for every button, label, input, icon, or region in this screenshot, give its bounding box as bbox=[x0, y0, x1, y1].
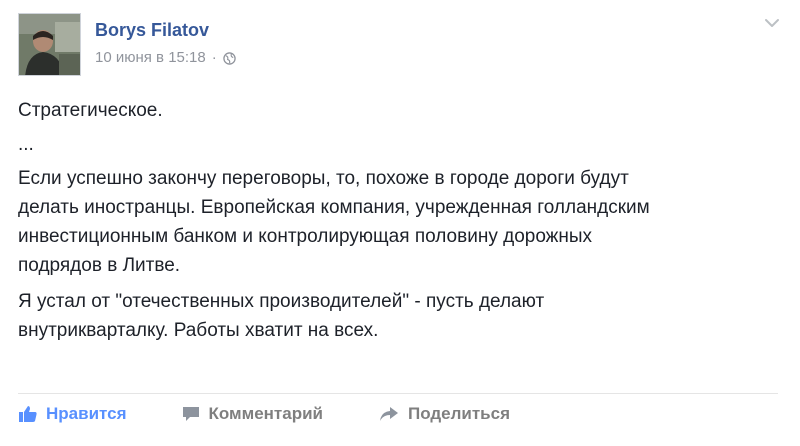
globe-icon[interactable] bbox=[223, 51, 236, 65]
comment-icon bbox=[182, 407, 199, 421]
avatar-photo bbox=[19, 14, 80, 75]
like-label: Нравится bbox=[46, 404, 127, 423]
post-header: Borys Filatov 10 июня в 15:18 · bbox=[18, 13, 236, 76]
comment-label: Комментарий bbox=[208, 404, 323, 423]
paragraph-title: Стратегическое. bbox=[18, 100, 163, 121]
post-text: Стратегическое. ... Если успешно закончу… bbox=[18, 96, 778, 345]
post-date[interactable]: 10 июня в 15:18 bbox=[95, 49, 206, 67]
thumbs-up-icon bbox=[19, 406, 37, 422]
paragraph-ellipsis: ... bbox=[18, 134, 34, 155]
like-button[interactable]: Нравится bbox=[18, 404, 127, 424]
timestamp-row: 10 июня в 15:18 · bbox=[95, 49, 236, 67]
paragraph-main: Если успешно закончу переговоры, то, пох… bbox=[18, 168, 650, 276]
actions-divider bbox=[18, 393, 778, 394]
chevron-down-icon[interactable] bbox=[764, 17, 780, 29]
author-name[interactable]: Borys Filatov bbox=[95, 19, 236, 41]
post-meta: Borys Filatov 10 июня в 15:18 · bbox=[95, 19, 236, 67]
paragraph-closing: Я устал от "отечественных производителей… bbox=[18, 291, 545, 341]
share-arrow-icon bbox=[379, 407, 398, 421]
comment-button[interactable]: Комментарий bbox=[181, 404, 323, 424]
share-label: Поделиться bbox=[407, 404, 511, 423]
separator-dot: · bbox=[211, 49, 217, 66]
share-button[interactable]: Поделиться bbox=[378, 404, 510, 424]
avatar[interactable] bbox=[18, 13, 81, 76]
facebook-post: Borys Filatov 10 июня в 15:18 · Стратеги… bbox=[0, 0, 800, 446]
post-actions: Нравится Комментарий Поделиться bbox=[18, 404, 510, 424]
